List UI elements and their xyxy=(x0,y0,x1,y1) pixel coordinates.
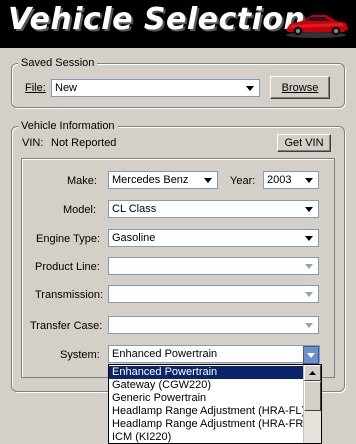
file-label: File: xyxy=(25,82,46,94)
year-label: Year: xyxy=(230,175,256,187)
model-label: Model: xyxy=(63,204,97,216)
saved-session-legend: Saved Session xyxy=(18,57,98,69)
browse-button[interactable]: Browse xyxy=(270,76,330,99)
engine-type-label: Engine Type: xyxy=(36,233,101,245)
dropdown-option[interactable]: Generic Powertrain xyxy=(109,392,303,405)
chevron-down-icon[interactable] xyxy=(302,173,316,187)
engine-type-dropdown[interactable]: Gasoline xyxy=(108,229,319,247)
make-label: Make: xyxy=(67,175,97,187)
system-dropdown-list[interactable]: Enhanced Powertrain Gateway (CGW220) Gener… xyxy=(108,364,322,444)
system-label: System: xyxy=(60,349,100,361)
get-vin-label: Get VIN xyxy=(284,137,324,149)
scroll-thumb[interactable] xyxy=(304,381,321,411)
vin-value: Not Reported xyxy=(51,137,117,149)
chevron-down-icon[interactable] xyxy=(302,202,316,216)
system-dropdown[interactable]: Enhanced Powertrain xyxy=(108,345,320,364)
product-line-label: Product Line: xyxy=(35,261,100,273)
dropdown-option[interactable]: Headlamp Range Adjustment (HRA-FL) xyxy=(109,405,305,418)
transfer-case-dropdown[interactable] xyxy=(108,316,319,334)
chevron-down-icon[interactable] xyxy=(201,173,215,187)
transmission-label: Transmission: xyxy=(35,289,104,301)
dropdown-option[interactable]: Headlamp Range Adjustment (HRA-FR) xyxy=(109,418,307,431)
model-dropdown[interactable]: CL Class xyxy=(108,200,319,218)
dropdown-option[interactable]: Enhanced Powertrain xyxy=(109,366,303,379)
chevron-down-icon[interactable] xyxy=(243,81,257,95)
chevron-down-icon[interactable] xyxy=(302,231,316,245)
page-title: Vehicle Selection xyxy=(8,2,306,37)
model-value: CL Class xyxy=(112,203,157,215)
year-dropdown[interactable]: 2003 xyxy=(263,171,319,189)
product-line-dropdown[interactable] xyxy=(108,257,319,275)
car-logo-icon xyxy=(282,8,350,40)
chevron-up-icon xyxy=(309,371,316,375)
scroll-up-button[interactable] xyxy=(304,365,321,381)
dropdown-option[interactable]: Gateway (CGW220) xyxy=(109,379,303,392)
file-dropdown[interactable]: New xyxy=(51,79,260,97)
chevron-down-icon[interactable] xyxy=(303,346,319,364)
dropdown-option[interactable]: ICM (KI220) xyxy=(109,431,303,443)
vehicle-info-legend: Vehicle Information xyxy=(18,120,118,132)
file-value: New xyxy=(55,82,78,94)
make-dropdown[interactable]: Mercedes Benz xyxy=(108,171,218,189)
make-value: Mercedes Benz xyxy=(112,174,189,186)
year-value: 2003 xyxy=(267,174,292,186)
chevron-down-icon[interactable] xyxy=(302,318,316,332)
engine-type-value: Gasoline xyxy=(112,232,156,244)
chevron-down-icon[interactable] xyxy=(302,259,316,273)
dropdown-scrollbar[interactable] xyxy=(303,365,321,443)
vin-label: VIN: xyxy=(22,137,44,149)
system-value: Enhanced Powertrain xyxy=(112,348,218,360)
get-vin-button[interactable]: Get VIN xyxy=(277,134,331,152)
chevron-down-icon[interactable] xyxy=(302,287,316,301)
transfer-case-label: Transfer Case: xyxy=(30,320,103,332)
browse-label: Browse xyxy=(281,81,319,94)
transmission-dropdown[interactable] xyxy=(108,285,319,303)
